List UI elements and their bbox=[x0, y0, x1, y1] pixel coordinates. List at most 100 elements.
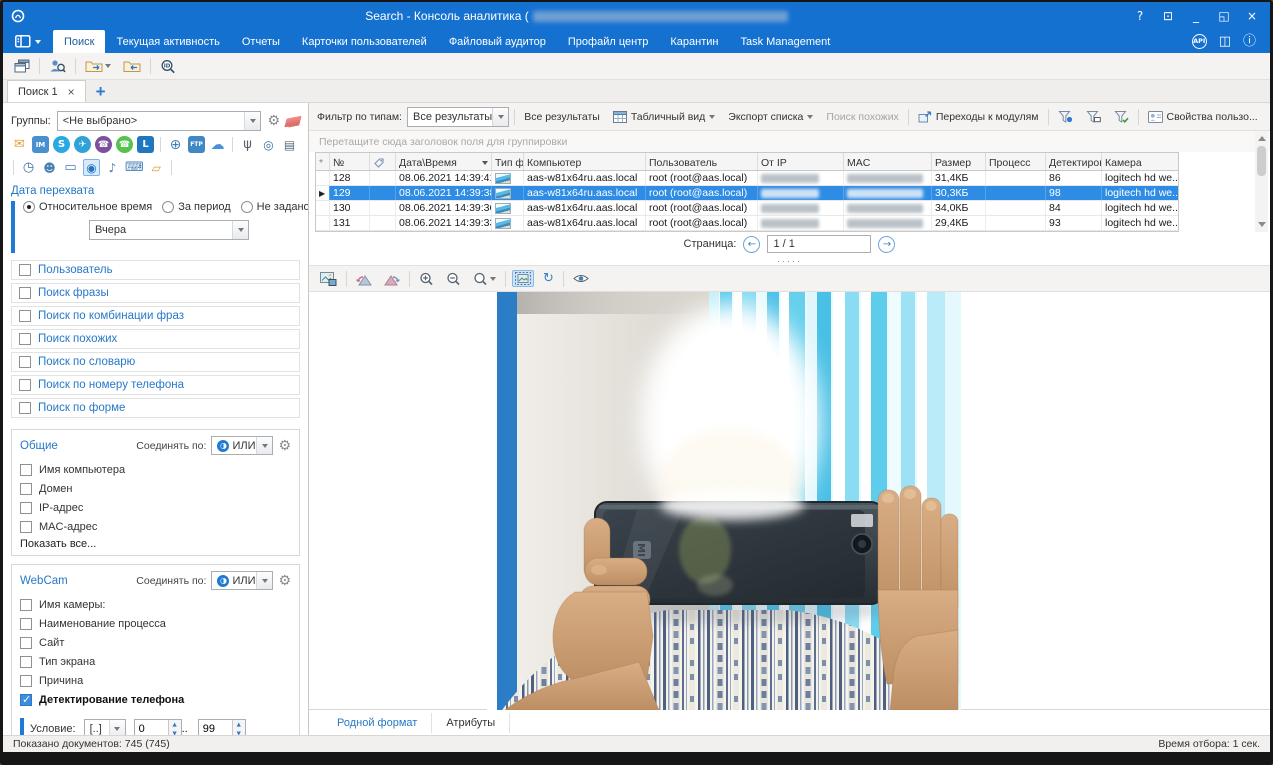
common-filter-checkbox[interactable]: Домен bbox=[20, 479, 291, 498]
column-header-process[interactable]: Процесс bbox=[986, 153, 1046, 170]
help-button[interactable]: ? bbox=[1128, 6, 1152, 26]
apply-filter-button[interactable] bbox=[1110, 107, 1133, 127]
common-filter-checkbox[interactable]: MAC-адрес bbox=[20, 517, 291, 536]
user-activity-icon[interactable]: ☻ bbox=[41, 159, 58, 176]
table-view-button[interactable]: Табличный вид bbox=[609, 108, 719, 126]
menu-tab[interactable]: Task Management bbox=[729, 30, 841, 53]
rotate-right-icon[interactable] bbox=[381, 270, 403, 288]
api-icon[interactable]: API bbox=[1192, 34, 1207, 49]
common-join-select[interactable]: ◑ ИЛИ bbox=[211, 436, 273, 455]
cascade-windows-icon[interactable] bbox=[11, 57, 33, 75]
relative-time-select[interactable]: Вчера bbox=[89, 220, 249, 240]
cloud-icon[interactable]: ☁ bbox=[209, 136, 226, 153]
files-icon[interactable]: ▱ bbox=[148, 159, 165, 176]
checkbox[interactable] bbox=[19, 379, 31, 391]
next-page-button[interactable]: → bbox=[878, 236, 895, 253]
scroll-up-icon[interactable] bbox=[1258, 136, 1266, 141]
common-filter-checkbox[interactable]: IP-адрес bbox=[20, 498, 291, 517]
column-header-mac[interactable]: MAC bbox=[844, 153, 932, 170]
search-filter-row[interactable]: Поиск похожих bbox=[11, 329, 300, 349]
device-search-icon[interactable]: ◎ bbox=[260, 136, 277, 153]
menu-tab[interactable]: Профайл центр bbox=[557, 30, 659, 53]
condition-from-input[interactable]: 0 ▲▼ bbox=[134, 719, 182, 735]
viber-icon[interactable]: ☎ bbox=[95, 136, 112, 153]
webcam-join-select[interactable]: ◑ ИЛИ bbox=[211, 571, 273, 590]
webcam-icon[interactable]: ◉ bbox=[83, 159, 100, 176]
date-mode-radio[interactable]: Не задано bbox=[241, 201, 309, 213]
chat-history-button[interactable]: ↺ История переписки bbox=[1267, 107, 1270, 127]
table-scrollbar[interactable] bbox=[1255, 131, 1268, 232]
groups-settings-icon[interactable]: ⚙ bbox=[267, 113, 280, 129]
dropdown-button[interactable] bbox=[256, 437, 272, 454]
search-filter-row[interactable]: Пользователь bbox=[11, 260, 300, 280]
condition-to-input[interactable]: 99 ▲▼ bbox=[198, 719, 246, 735]
search-filter-row[interactable]: Поиск по словарю bbox=[11, 352, 300, 372]
search-filter-row[interactable]: Поиск по номеру телефона bbox=[11, 375, 300, 395]
http-icon[interactable]: ⊕ bbox=[167, 136, 184, 153]
tab-native-format[interactable]: Родной формат bbox=[323, 713, 432, 733]
dropdown-button[interactable] bbox=[244, 112, 260, 130]
separator[interactable] bbox=[232, 137, 233, 152]
app-menu-button[interactable] bbox=[3, 30, 53, 53]
date-mode-radio[interactable]: Относительное время bbox=[23, 201, 152, 213]
separator[interactable] bbox=[13, 160, 14, 175]
keylogger-icon[interactable]: ⌨ bbox=[125, 159, 144, 176]
user-properties-button[interactable]: Свойства пользо... bbox=[1144, 108, 1262, 126]
search-filter-row[interactable]: Поиск по комбинации фраз bbox=[11, 306, 300, 326]
date-mode-radio[interactable]: За период bbox=[162, 201, 230, 213]
column-header-marker[interactable]: * bbox=[316, 153, 330, 170]
telegram-icon[interactable]: ✈ bbox=[74, 136, 91, 153]
tab-poisk-1[interactable]: Поиск 1 × bbox=[7, 80, 86, 102]
search-filter-row[interactable]: Поиск по форме bbox=[11, 398, 300, 418]
refresh-image-icon[interactable]: ↻ bbox=[540, 269, 557, 288]
export-image-icon[interactable] bbox=[317, 270, 340, 288]
checkbox[interactable] bbox=[19, 264, 31, 276]
filter-by-user-button[interactable] bbox=[1054, 107, 1077, 127]
menu-tab[interactable]: Текущая активность bbox=[105, 30, 230, 53]
dropdown-button[interactable] bbox=[232, 221, 248, 239]
separator[interactable] bbox=[160, 137, 161, 152]
menu-tab[interactable]: Отчеты bbox=[231, 30, 291, 53]
webcam-filter-checkbox[interactable]: Наименование процесса bbox=[20, 614, 291, 633]
ftp-icon[interactable]: FTP bbox=[188, 136, 205, 153]
close-button[interactable]: × bbox=[1240, 6, 1264, 26]
checkbox[interactable] bbox=[19, 310, 31, 322]
clear-filters-icon[interactable] bbox=[284, 115, 301, 127]
page-number-input[interactable]: 1 / 1 bbox=[767, 235, 871, 253]
microphone-icon[interactable]: ♪ bbox=[104, 159, 121, 176]
webcam-settings-icon[interactable]: ⚙ bbox=[278, 573, 291, 589]
splitter-handle[interactable]: ····· bbox=[309, 256, 1270, 265]
common-settings-icon[interactable]: ⚙ bbox=[278, 438, 291, 454]
search-filter-row[interactable]: Поиск фразы bbox=[11, 283, 300, 303]
whatsapp-icon[interactable]: ☎ bbox=[116, 136, 133, 153]
user-search-icon[interactable] bbox=[46, 57, 69, 75]
separator[interactable] bbox=[171, 160, 172, 175]
common-filter-checkbox[interactable]: Имя компьютера bbox=[20, 460, 291, 479]
column-header-datetime[interactable]: Дата\Время bbox=[396, 153, 492, 170]
clock-icon[interactable]: ◷ bbox=[20, 159, 37, 176]
menu-tab[interactable]: Карточки пользователей bbox=[291, 30, 438, 53]
column-header-computer[interactable]: Компьютер bbox=[524, 153, 646, 170]
export-search-icon[interactable] bbox=[82, 57, 114, 75]
minimize-button[interactable]: _ bbox=[1184, 6, 1208, 26]
table-row[interactable]: ▶ 130 08.06.2021 14:39:36 aas-w81x64ru.a… bbox=[316, 201, 1178, 216]
group-by-dropzone[interactable]: Перетащите сюда заголовок поля для групп… bbox=[309, 131, 1270, 152]
webcam-filter-checkbox[interactable]: Детектирование телефона bbox=[20, 690, 291, 709]
column-header-user[interactable]: Пользователь bbox=[646, 153, 758, 170]
column-header-from-ip[interactable]: От IP bbox=[758, 153, 844, 170]
scroll-down-icon[interactable] bbox=[1258, 222, 1266, 227]
webcam-filter-checkbox[interactable]: Причина bbox=[20, 671, 291, 690]
restore-button[interactable]: ◱ bbox=[1212, 6, 1236, 26]
column-header-detect[interactable]: Детектирова bbox=[1046, 153, 1102, 170]
printer-icon[interactable]: ▤ bbox=[281, 136, 298, 153]
menu-tab[interactable]: Файловый аудитор bbox=[438, 30, 557, 53]
checkbox[interactable] bbox=[19, 287, 31, 299]
zoom-level-icon[interactable] bbox=[470, 270, 499, 288]
im-icon[interactable]: IM bbox=[32, 136, 49, 153]
column-header-tag[interactable] bbox=[370, 153, 396, 170]
scrollbar-thumb[interactable] bbox=[1257, 146, 1266, 176]
dropdown-button[interactable] bbox=[109, 720, 125, 735]
menu-tab[interactable]: Карантин bbox=[659, 30, 729, 53]
dropdown-button[interactable] bbox=[492, 108, 508, 126]
table-row[interactable]: ▶ 131 08.06.2021 14:39:33 aas-w81x64ru.a… bbox=[316, 216, 1178, 231]
